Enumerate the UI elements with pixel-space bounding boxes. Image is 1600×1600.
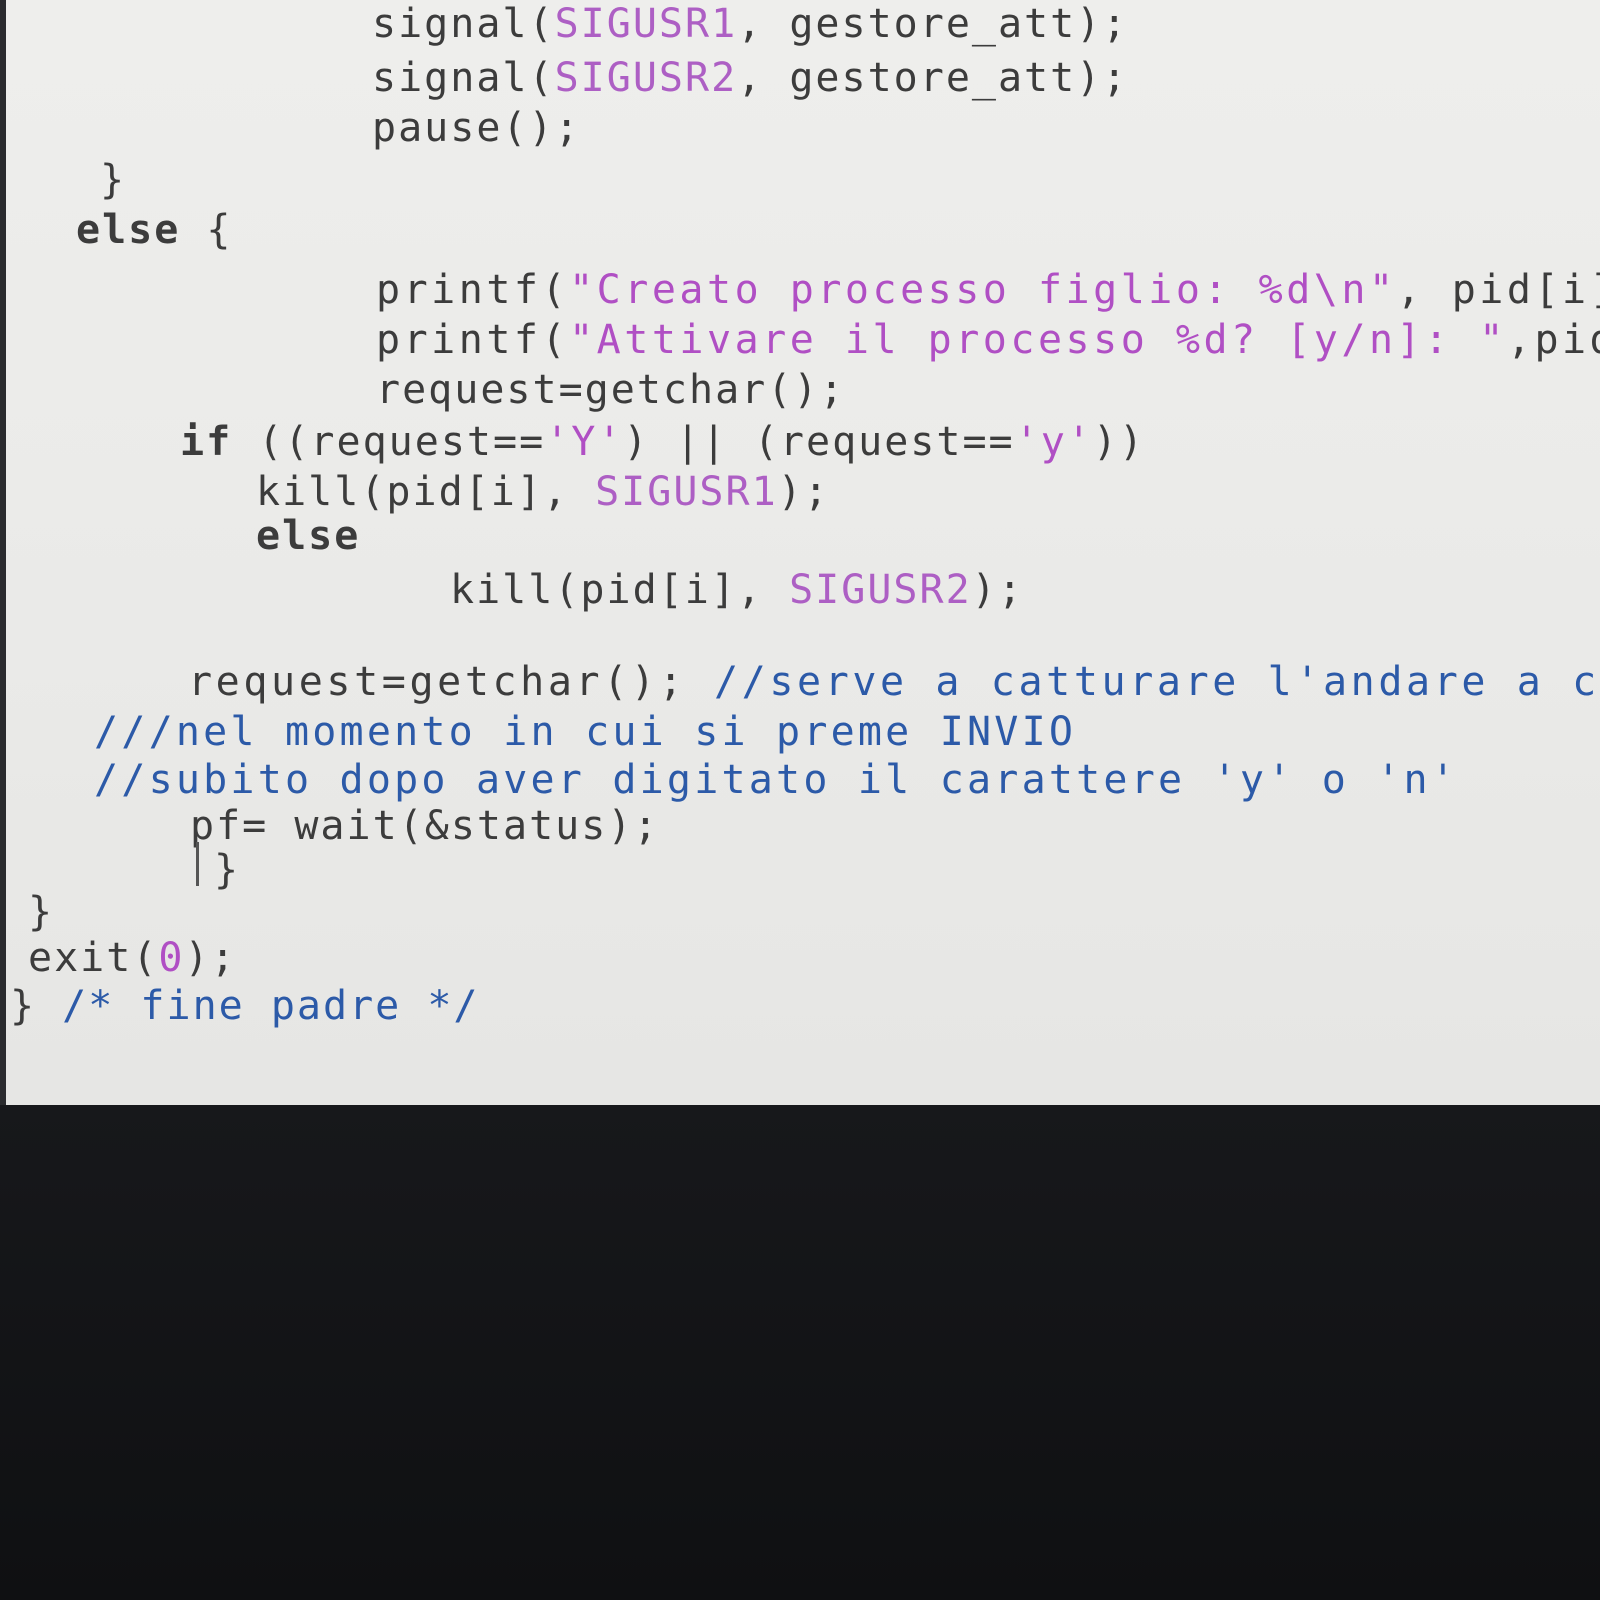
code-line[interactable]: request=getchar(); //serve a catturare l…: [188, 658, 1600, 706]
keyword-token: else: [76, 207, 181, 253]
code-line[interactable]: pf= wait(&status);: [190, 802, 659, 850]
code-line[interactable]: if ((request=='Y') || (request=='y')): [180, 418, 1145, 466]
text-cursor: [196, 842, 199, 886]
comment-token: //serve a catturare l'andare a capo: [713, 659, 1600, 705]
code-text: exit(: [28, 935, 159, 981]
code-text: pf= wait(&status);: [190, 803, 660, 849]
code-line[interactable]: }: [214, 846, 240, 894]
code-text: , gestore_att);: [737, 55, 1129, 101]
code-text: );: [777, 469, 830, 515]
code-text: printf(: [376, 267, 570, 313]
dark-bezel-area: [0, 1105, 1600, 1600]
code-text: , gestore_att);: [737, 1, 1129, 47]
code-line[interactable]: request=getchar();: [376, 366, 845, 414]
macro-token: SIGUSR1: [595, 469, 778, 515]
code-text: , pid[i]);: [1396, 267, 1600, 313]
code-text: ((request==: [232, 419, 546, 465]
code-line[interactable]: pause();: [372, 104, 581, 152]
code-line[interactable]: } /* fine padre */: [10, 982, 479, 1030]
code-text: );: [184, 935, 237, 981]
comment-token: /* fine padre */: [62, 983, 480, 1029]
macro-token: SIGUSR1: [554, 1, 738, 47]
macro-token: SIGUSR2: [554, 55, 738, 101]
keyword-token: if: [180, 419, 233, 465]
code-text: kill(pid[i],: [256, 469, 596, 515]
code-line[interactable]: }: [28, 888, 54, 936]
number-token: 0: [158, 935, 185, 981]
code-line[interactable]: signal(SIGUSR1, gestore_att);: [372, 0, 1128, 48]
code-text: ,pid[i: [1506, 317, 1600, 363]
code-line[interactable]: printf("Creato processo figlio: %d\n", p…: [376, 266, 1600, 314]
code-text: ) || (request==: [623, 419, 1015, 465]
code-editor[interactable]: signal(SIGUSR1, gestore_att); signal(SIG…: [0, 0, 1600, 1105]
code-text: }: [100, 157, 127, 203]
code-line[interactable]: kill(pid[i], SIGUSR1);: [256, 468, 830, 516]
code-text: }: [214, 847, 241, 893]
code-text: );: [971, 567, 1024, 613]
code-line[interactable]: else: [256, 512, 360, 560]
code-text: printf(: [376, 317, 570, 363]
code-text: request=getchar();: [376, 367, 846, 413]
comment-token: ///nel momento in cui si preme INVIO: [94, 709, 1077, 755]
char-token: 'y': [1014, 419, 1093, 465]
code-line[interactable]: else {: [76, 206, 233, 254]
code-line[interactable]: //subito dopo aver digitato il carattere…: [94, 756, 1458, 804]
macro-token: SIGUSR2: [789, 567, 972, 613]
keyword-token: else: [256, 513, 361, 559]
string-token: "Creato processo figlio: %d\n": [569, 267, 1397, 313]
code-line[interactable]: signal(SIGUSR2, gestore_att);: [372, 54, 1128, 102]
editor-left-edge: [0, 0, 6, 1105]
code-line[interactable]: exit(0);: [28, 934, 237, 982]
char-token: 'Y': [545, 419, 624, 465]
code-text: }: [28, 889, 55, 935]
code-text: pause();: [372, 105, 581, 151]
string-token: "Attivare il processo %d? [y/n]: ": [569, 317, 1507, 363]
code-text: signal(: [372, 55, 555, 101]
code-line[interactable]: printf("Attivare il processo %d? [y/n]: …: [376, 316, 1600, 364]
photo-of-screen: signal(SIGUSR1, gestore_att); signal(SIG…: [0, 0, 1600, 1600]
code-text: signal(: [372, 1, 555, 47]
code-text: {: [180, 207, 233, 253]
comment-token: //subito dopo aver digitato il carattere…: [94, 757, 1459, 803]
code-line[interactable]: ///nel momento in cui si preme INVIO: [94, 708, 1076, 756]
code-line[interactable]: kill(pid[i], SIGUSR2);: [450, 566, 1024, 614]
code-line[interactable]: }: [100, 156, 126, 204]
code-text: request=getchar();: [188, 659, 714, 705]
code-text: }: [10, 983, 63, 1029]
code-text: )): [1092, 419, 1146, 465]
code-text: kill(pid[i],: [450, 567, 790, 613]
